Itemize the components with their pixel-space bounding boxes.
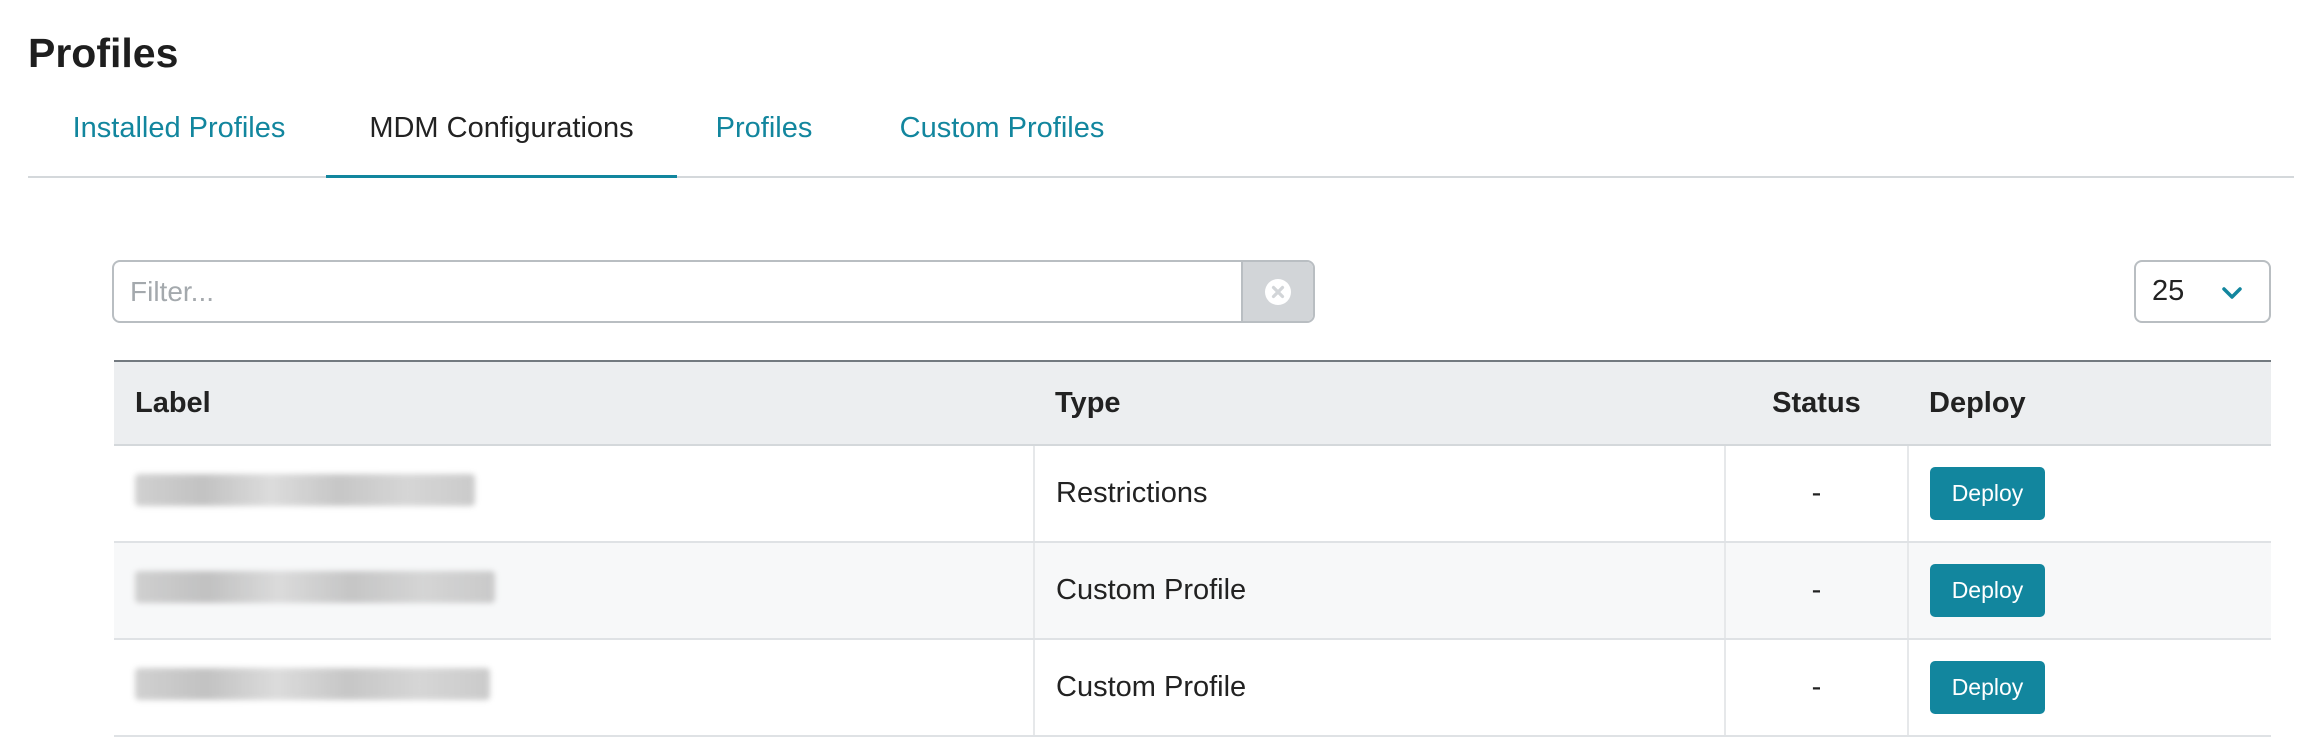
- type-cell: Custom Profile: [1033, 542, 1725, 640]
- page-title: Profiles: [28, 30, 179, 76]
- tab-profiles[interactable]: Profiles: [714, 100, 814, 176]
- label-cell: [114, 445, 1034, 543]
- deploy-button[interactable]: Deploy: [1930, 564, 2045, 617]
- tab-installed-profiles[interactable]: Installed Profiles: [70, 100, 288, 176]
- column-header-type[interactable]: Type: [1034, 361, 1725, 446]
- page-size-select[interactable]: 25: [2134, 260, 2271, 323]
- filter-input[interactable]: [114, 262, 1242, 321]
- page-size-value: 25: [2152, 275, 2185, 307]
- clear-filter-button[interactable]: [1241, 262, 1313, 321]
- table-row: Custom Profile - Deploy: [114, 542, 2271, 640]
- type-cell: Custom Profile: [1033, 639, 1725, 737]
- redacted-label[interactable]: [135, 667, 490, 700]
- close-circle-icon: [1265, 278, 1291, 305]
- status-cell: -: [1724, 445, 1908, 543]
- type-cell: Restrictions: [1033, 445, 1725, 543]
- label-cell: [114, 639, 1034, 737]
- column-header-status[interactable]: Status: [1725, 361, 1908, 446]
- deploy-button[interactable]: Deploy: [1930, 467, 2045, 520]
- tab-custom-profiles[interactable]: Custom Profiles: [897, 100, 1107, 176]
- table-row: Custom Profile - Deploy: [114, 639, 2271, 737]
- status-cell: -: [1724, 639, 1908, 737]
- column-header-deploy: Deploy: [1908, 361, 2271, 446]
- deploy-cell: Deploy: [1907, 542, 2271, 640]
- deploy-cell: Deploy: [1907, 639, 2271, 737]
- chevron-down-icon: [2222, 287, 2242, 299]
- column-header-label[interactable]: Label: [114, 361, 1034, 446]
- tab-mdm-configurations[interactable]: MDM Configurations: [326, 100, 677, 178]
- filter-box: [112, 260, 1315, 323]
- deploy-cell: Deploy: [1907, 445, 2271, 543]
- table-row: Restrictions - Deploy: [114, 445, 2271, 543]
- profiles-table: Label Type Status Deploy Restrictions - …: [114, 360, 2271, 737]
- deploy-button[interactable]: Deploy: [1930, 661, 2045, 714]
- redacted-label[interactable]: [135, 570, 495, 603]
- status-cell: -: [1724, 542, 1908, 640]
- label-cell: [114, 542, 1034, 640]
- tab-bar: Installed Profiles MDM Configurations Pr…: [28, 100, 2294, 178]
- redacted-label[interactable]: [135, 473, 475, 506]
- table-header-row: Label Type Status Deploy: [114, 361, 2271, 446]
